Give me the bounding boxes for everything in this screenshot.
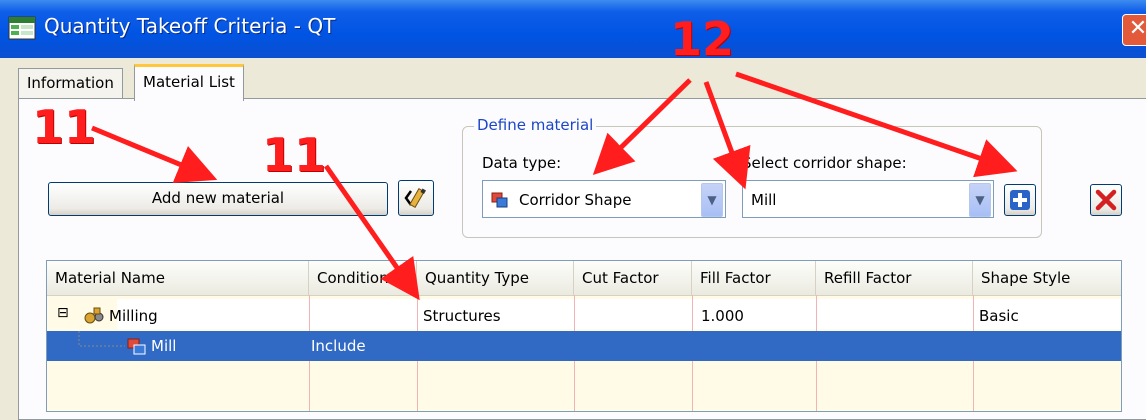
annotation-arrows [91, 71, 1018, 301]
arrow-to-data-type [592, 78, 692, 175]
tab-material-list[interactable]: Material List [134, 64, 244, 101]
arrow-to-add-shape [735, 71, 1018, 178]
arrow-to-quantity-type [323, 164, 420, 301]
annotation-label-11-second: 11 [262, 128, 327, 182]
annotation-label-12: 12 [670, 12, 735, 66]
arrow-to-add-material [91, 125, 218, 184]
arrow-to-corridor-shape [703, 81, 751, 190]
annotation-label-11: 11 [32, 100, 97, 154]
